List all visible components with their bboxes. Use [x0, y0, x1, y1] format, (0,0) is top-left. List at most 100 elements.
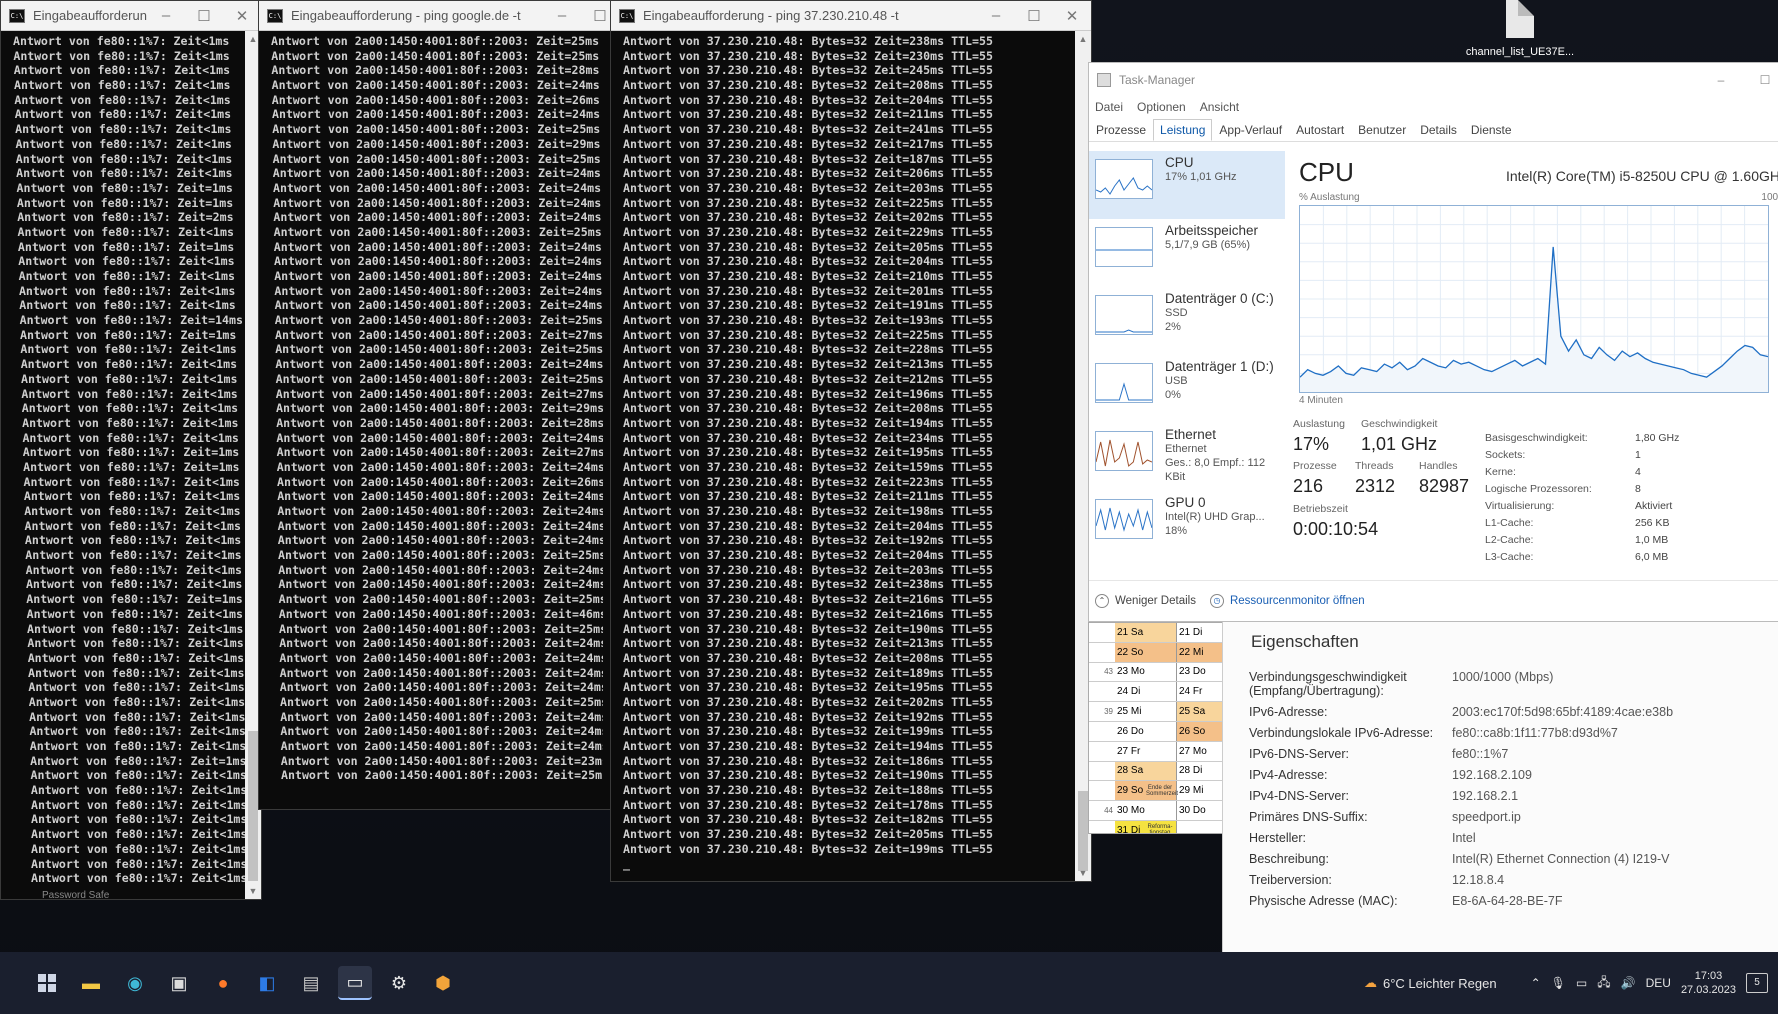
clock[interactable]: 17:03 27.03.2023	[1681, 969, 1736, 997]
perf-item-sub1: SSD	[1165, 307, 1188, 319]
ping-time: 25ms	[573, 224, 602, 239]
close-icon[interactable]: ✕	[1053, 7, 1091, 25]
perf-item-name: GPU 0	[1165, 495, 1206, 510]
network-icon[interactable]: 🖧	[1597, 973, 1610, 994]
desktop-file-icon[interactable]: channel_list_UE37E...	[1460, 0, 1580, 58]
close-icon[interactable]: ✕	[223, 7, 261, 25]
ping-prefix: Antwort von 2a00:1450:4001:80f::2003: Ze…	[278, 548, 579, 563]
perf-item-datenträger[interactable]: Datenträger 0 (C:) SSD 2%	[1089, 287, 1285, 355]
cmd-1-titlebar[interactable]: C:\ Eingabeaufforderung... – ☐ ✕	[1, 1, 261, 31]
maximize-icon[interactable]: ☐	[1743, 73, 1778, 87]
perf-item-name: CPU	[1165, 155, 1194, 170]
menu-item-ansicht[interactable]: Ansicht	[1200, 100, 1239, 114]
console-line: Antwort von 2a00:1450:4001:80f::2003: Ze…	[271, 210, 601, 225]
fewer-details-button[interactable]: ⌃ Weniger Details	[1095, 594, 1196, 608]
cmd-window-2[interactable]: C:\ Eingabeaufforderung - ping google.de…	[258, 0, 620, 810]
task-manager-title: Task-Manager	[1119, 73, 1196, 87]
tab-benutzer[interactable]: Benutzer	[1351, 119, 1413, 141]
ping-time: 25ms	[578, 548, 603, 563]
perf-item-gpu[interactable]: GPU 0 Intel(R) UHD Grap... 18%	[1089, 491, 1285, 559]
firefox-icon[interactable]: ●	[206, 966, 240, 1000]
minimize-icon[interactable]: –	[977, 7, 1015, 24]
perf-item-ethernet[interactable]: Ethernet Ethernet Ges.: 8,0 Empf.: 112 KBi…	[1089, 423, 1285, 491]
cmd-3-console[interactable]: Antwort von 37.230.210.48: Bytes=32 Zeit…	[611, 31, 1075, 881]
task-manager-titlebar[interactable]: Task-Manager – ☐	[1089, 63, 1778, 97]
cmd-window-3[interactable]: C:\ Eingabeaufforderung - ping 37.230.21…	[610, 0, 1092, 882]
notification-icon[interactable]: 5	[1746, 973, 1768, 993]
ping-time: 28ms	[571, 63, 600, 78]
ping-ttl: TTL=55	[944, 724, 993, 739]
console-line: Antwort von 2a00:1450:4001:80f::2003: Ze…	[271, 533, 603, 548]
menu-item-datei[interactable]: Datei	[1095, 100, 1123, 114]
maximize-icon[interactable]: ☐	[185, 7, 223, 25]
calendar-day-next: 29 Mi	[1179, 785, 1204, 797]
scroll-thumb[interactable]	[248, 731, 258, 881]
outlook-icon[interactable]: ◧	[250, 966, 284, 1000]
microphone-icon[interactable]: 🎙	[1551, 976, 1566, 990]
ping-ttl: TTL=55	[944, 577, 993, 592]
ping-prefix: Antwort von 37.230.210.48: Bytes=32 Zeit…	[623, 151, 910, 166]
calendar-day-next: 23 Do	[1179, 666, 1206, 678]
language-indicator[interactable]: DEU	[1646, 976, 1671, 990]
console-line: Antwort von fe80::1%7: Zeit<1ms	[13, 48, 230, 63]
ping-ttl: TTL=55	[944, 592, 993, 607]
menu-item-optionen[interactable]: Optionen	[1137, 100, 1186, 114]
ping-time: 24ms	[574, 283, 603, 298]
console-line: Antwort von 37.230.210.48: Bytes=32 Zeit…	[623, 666, 1065, 681]
chevron-up-icon[interactable]: ⌃	[1531, 976, 1541, 990]
ping-prefix: Antwort von 37.230.210.48: Bytes=32 Zeit…	[623, 195, 910, 210]
scroll-up-icon[interactable]: ▲	[1075, 31, 1091, 47]
minimize-icon[interactable]: –	[1699, 73, 1743, 87]
volume-icon[interactable]: 🔊	[1621, 976, 1636, 990]
console-line: Antwort von fe80::1%7: Zeit<1ms	[13, 34, 230, 48]
minimize-icon[interactable]: –	[543, 7, 581, 24]
edge-browser-icon[interactable]: ◉	[118, 966, 152, 1000]
perf-item-cpu[interactable]: CPU 17% 1,01 GHz	[1089, 151, 1285, 219]
ping-prefix: Antwort von 37.230.210.48: Bytes=32 Zeit…	[623, 783, 910, 798]
perf-item-arbeitsspeicher[interactable]: Arbeitsspeicher 5,1/7,9 GB (65%)	[1089, 219, 1285, 287]
file-explorer-icon[interactable]: ▬	[74, 966, 108, 1000]
photos-icon[interactable]: ▤	[294, 966, 328, 1000]
console-line: Antwort von fe80::1%7: Zeit<1ms	[23, 474, 240, 489]
tab-leistung[interactable]: Leistung	[1153, 119, 1213, 141]
console-line: Antwort von 2a00:1450:4001:80f::2003: Ze…	[271, 651, 603, 666]
tab-autostart[interactable]: Autostart	[1289, 119, 1351, 141]
ping-prefix: Antwort von 37.230.210.48: Bytes=32 Zeit…	[623, 812, 910, 827]
settings-icon[interactable]: ⚙	[382, 966, 416, 1000]
ping-prefix: Antwort von 2a00:1450:4001:80f::2003: Ze…	[279, 665, 580, 680]
ping-time: 24ms	[578, 577, 603, 592]
maximize-icon[interactable]: ☐	[1015, 7, 1053, 25]
calendar-note: Ende der Sommerzeit	[1146, 784, 1179, 797]
tab-app-verlauf[interactable]: App-Verlauf	[1212, 119, 1289, 141]
cmd-2-console[interactable]: Antwort von 2a00:1450:4001:80f::2003: Ze…	[259, 31, 603, 809]
ping-time: 24ms	[577, 518, 603, 533]
scroll-thumb[interactable]	[1078, 791, 1088, 871]
store-icon[interactable]: ▣	[162, 966, 196, 1000]
cmd-1-console[interactable]: Antwort von fe80::1%7: Zeit<1ms Antwort v…	[1, 31, 245, 899]
scroll-down-icon[interactable]: ▼	[1075, 865, 1091, 881]
scroll-down-icon[interactable]: ▼	[245, 883, 261, 899]
cmd-window-1[interactable]: C:\ Eingabeaufforderung... – ☐ ✕ Antwort…	[0, 0, 262, 900]
minimize-icon[interactable]: –	[147, 7, 185, 24]
tab-details[interactable]: Details	[1413, 119, 1464, 141]
windows-start-icon[interactable]	[38, 974, 56, 992]
tab-dienste[interactable]: Dienste	[1464, 119, 1519, 141]
spec-row: Logische Prozessoren: 8	[1485, 481, 1679, 498]
cmd-3-titlebar[interactable]: C:\ Eingabeaufforderung - ping 37.230.21…	[611, 1, 1091, 31]
spec-value: 1	[1635, 449, 1641, 461]
console-line: Antwort von 2a00:1450:4001:80f::2003: Ze…	[271, 93, 600, 108]
ping-time: 245ms	[909, 63, 945, 78]
tab-prozesse[interactable]: Prozesse	[1089, 119, 1153, 141]
ping-ttl: TTL=55	[944, 474, 993, 489]
battery-icon[interactable]: ▭	[1576, 976, 1587, 990]
ping-prefix: Antwort von 2a00:1450:4001:80f::2003: Ze…	[276, 415, 577, 430]
app-launcher-icon[interactable]: ⬢	[426, 966, 460, 1000]
command-prompt-icon[interactable]: ▭	[338, 966, 372, 1000]
weather-widget[interactable]: ☁ 6°C Leichter Regen	[1364, 975, 1497, 991]
resource-monitor-link[interactable]: ◷ Ressourcenmonitor öffnen	[1209, 594, 1365, 608]
perf-item-datenträger[interactable]: Datenträger 1 (D:) USB 0%	[1089, 355, 1285, 423]
task-manager-window[interactable]: Task-Manager – ☐ Datei Optionen Ansicht Pr…	[1088, 62, 1778, 622]
cmd-2-titlebar[interactable]: C:\ Eingabeaufforderung - ping google.de…	[259, 1, 619, 31]
ping-prefix: Antwort von 2a00:1450:4001:80f::2003: Ze…	[276, 430, 577, 445]
console-line: Antwort von fe80::1%7: Zeit<1ms	[28, 680, 245, 695]
